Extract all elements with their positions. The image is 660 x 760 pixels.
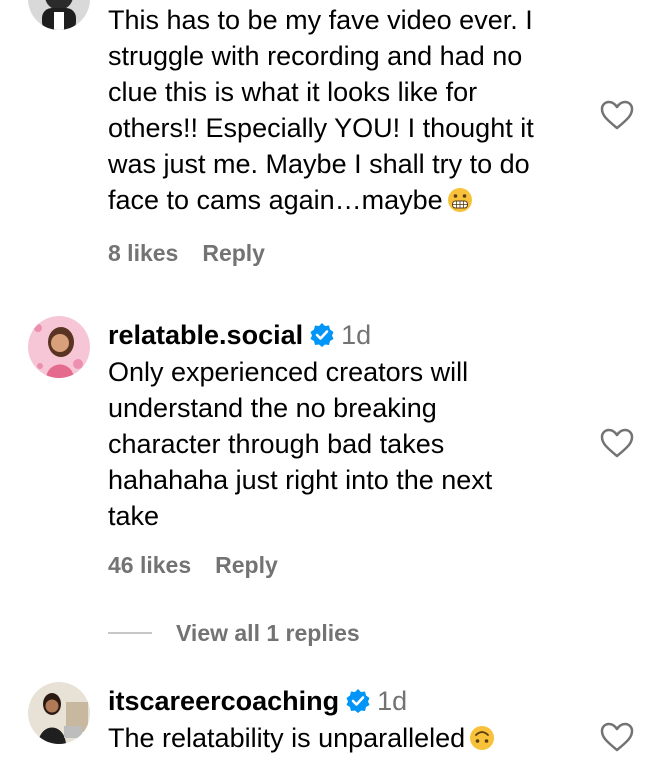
avatar[interactable] [28,0,90,30]
like-heart-icon[interactable] [600,722,634,752]
verified-badge-icon [309,322,335,356]
like-heart-icon[interactable] [600,428,634,458]
comment-meta: 46 likes Reply [108,552,278,579]
replies-divider [108,632,152,634]
reply-button[interactable]: Reply [215,552,278,578]
like-heart-icon[interactable] [600,100,634,130]
avatar[interactable] [28,316,90,378]
comment-time: 1d [341,320,372,350]
avatar[interactable] [28,682,90,744]
username[interactable]: itscareercoaching [108,686,339,716]
upside-down-face-icon [469,724,495,760]
likes-count[interactable]: 8 likes [108,240,178,266]
grimacing-face-icon [447,186,473,222]
view-replies-label[interactable]: View all 1 replies [176,620,360,647]
view-replies[interactable]: View all 1 replies [108,618,360,648]
verified-badge-icon [345,688,371,722]
comment-header: itscareercoaching 1d [108,684,588,722]
username[interactable]: relatable.social [108,320,303,350]
reply-button[interactable]: Reply [202,240,265,266]
comment-text: This has to be my fave video ever. I str… [108,2,588,222]
comment-text: Only experienced creators will understan… [108,357,493,531]
comment-meta: 8 likes Reply [108,240,265,267]
likes-count[interactable]: 46 likes [108,552,191,578]
comment-text: The relatability is unparalleled [108,720,588,760]
comment-header: relatable.social 1d [108,318,588,356]
comment-time: 1d [377,686,408,716]
